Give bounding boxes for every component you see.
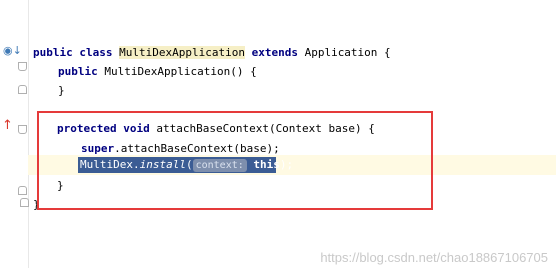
override-arrow-icon[interactable]: ↑ xyxy=(2,118,13,133)
code-line-class-declaration[interactable]: public class MultiDexApplication extends… xyxy=(33,44,391,62)
implements-icon[interactable]: ◉↓ xyxy=(3,44,22,57)
keyword-public: public xyxy=(33,46,73,59)
watermark: https://blog.csdn.net/chao18867106705 xyxy=(320,250,548,265)
constructor-signature: MultiDexApplication() { xyxy=(97,65,257,78)
keyword-class: class xyxy=(79,46,113,59)
class-name: MultiDexApplication xyxy=(119,46,245,59)
editor-gutter xyxy=(0,0,29,268)
keyword-public: public xyxy=(58,65,98,78)
fold-marker-class-end[interactable] xyxy=(20,198,29,207)
fold-marker-ctor-end[interactable] xyxy=(18,85,27,94)
superclass-text: Application { xyxy=(297,46,391,59)
code-line-constructor-close[interactable]: } xyxy=(58,82,65,100)
fold-marker-ctor-start[interactable] xyxy=(18,62,27,71)
keyword-extends: extends xyxy=(251,46,298,59)
fold-marker-method-start[interactable] xyxy=(18,125,27,134)
fold-marker-method-end[interactable] xyxy=(18,186,27,195)
annotation-highlight-box xyxy=(37,111,433,210)
code-line-constructor[interactable]: public MultiDexApplication() { xyxy=(58,63,257,81)
